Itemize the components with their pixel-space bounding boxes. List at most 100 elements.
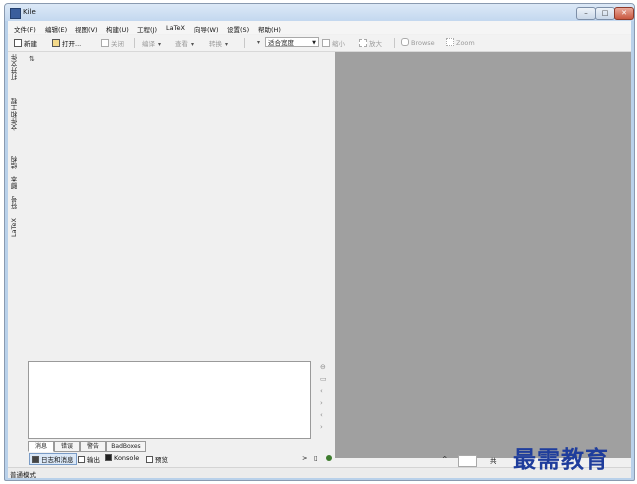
tab-warnings[interactable]: 警告 bbox=[80, 441, 106, 452]
tab-scripts[interactable]: 脚本 bbox=[10, 176, 20, 189]
new-file-icon bbox=[14, 39, 22, 47]
zoom-mode-arrow[interactable]: ▾ bbox=[254, 38, 260, 48]
document-icon[interactable]: ▯ bbox=[314, 454, 318, 462]
next-icon[interactable]: › bbox=[320, 399, 323, 407]
zoom-select-value: 适合宽度 bbox=[268, 39, 294, 47]
browse-hand-icon bbox=[401, 38, 409, 46]
menu-edit[interactable]: 编辑(E) bbox=[45, 24, 67, 34]
side-tab-bar: 打开文件 文件和工程 结构 脚本 符号 LaTeX bbox=[8, 52, 22, 462]
status-mode: 普通模式 bbox=[10, 471, 36, 479]
tab-symbols[interactable]: 符号 bbox=[10, 196, 20, 209]
window-title: Kile bbox=[23, 8, 36, 16]
menu-view[interactable]: 视图(V) bbox=[75, 24, 98, 34]
stop-icon[interactable]: ⊖ bbox=[320, 363, 326, 371]
chevron-down-icon: ▼ bbox=[312, 40, 316, 46]
next-icon[interactable]: › bbox=[320, 423, 323, 431]
page-up-icon[interactable]: ^ bbox=[442, 455, 447, 463]
previous-icon[interactable]: ‹ bbox=[320, 387, 323, 395]
chevron-down-icon: ▾ bbox=[158, 41, 162, 48]
title-bar: Kile – □ ✕ bbox=[5, 4, 634, 21]
zoom-select[interactable]: 适合宽度 ▼ bbox=[265, 37, 319, 47]
menu-latex[interactable]: LaTeX bbox=[166, 24, 185, 32]
konsole-icon bbox=[105, 454, 112, 461]
toolbar-separator bbox=[134, 38, 135, 48]
browse-label: Browse bbox=[411, 39, 435, 47]
new-button[interactable]: 新建 bbox=[14, 38, 37, 48]
tab-errors[interactable]: 错误 bbox=[54, 441, 80, 452]
chevron-down-icon: ▾ bbox=[225, 41, 229, 48]
maximize-button[interactable]: □ bbox=[595, 7, 615, 20]
toolbar-separator bbox=[244, 38, 245, 48]
convert-button[interactable]: 转换 ▾ bbox=[209, 38, 228, 48]
menu-help[interactable]: 帮助(H) bbox=[258, 24, 281, 34]
open-folder-icon bbox=[52, 39, 60, 47]
bottom-panel-bar: 日志和消息 输出 Konsole 预览 > ▯ bbox=[26, 452, 336, 466]
tab-files-projects[interactable]: 文件和工程 bbox=[10, 98, 20, 131]
zoom-in-button[interactable]: 放大 bbox=[359, 38, 382, 48]
menu-project[interactable]: 工程(J) bbox=[137, 24, 157, 34]
editor-area[interactable]: ⇅ bbox=[23, 52, 335, 357]
zoom-out-icon bbox=[322, 39, 330, 47]
browse-button[interactable]: Browse bbox=[401, 38, 435, 48]
menu-file[interactable]: 文件(F) bbox=[14, 24, 36, 34]
zoom-tool-button[interactable]: Zoom bbox=[446, 38, 475, 48]
client-area: 文件(F) 编辑(E) 视图(V) 构建(U) 工程(J) LaTeX 向导(W… bbox=[8, 21, 631, 479]
preview-icon bbox=[146, 456, 153, 463]
page-total-label: 共 bbox=[490, 457, 497, 465]
zoom-out-button[interactable]: 缩小 bbox=[322, 38, 345, 48]
status-indicator-icon bbox=[326, 455, 332, 461]
output-icon bbox=[78, 456, 85, 463]
minimize-button[interactable]: – bbox=[576, 7, 596, 20]
output-label: 输出 bbox=[87, 456, 100, 464]
log-label: 日志和消息 bbox=[41, 456, 74, 464]
log-icon bbox=[32, 456, 39, 463]
menu-build[interactable]: 构建(U) bbox=[106, 24, 129, 34]
panel-options-icon[interactable]: ⇅ bbox=[29, 55, 35, 63]
zoom-tool-icon bbox=[446, 38, 454, 46]
pdf-viewer[interactable] bbox=[335, 52, 631, 458]
tab-structure[interactable]: 结构 bbox=[10, 156, 20, 169]
zoom-tool-label: Zoom bbox=[456, 39, 475, 47]
konsole-button[interactable]: Konsole bbox=[105, 454, 139, 462]
convert-label: 转换 bbox=[209, 40, 222, 48]
menu-bar: 文件(F) 编辑(E) 视图(V) 构建(U) 工程(J) LaTeX 向导(W… bbox=[8, 21, 631, 34]
log-output-box[interactable] bbox=[28, 361, 311, 439]
close-icon: ✕ bbox=[621, 9, 627, 17]
comment-icon[interactable]: ▭ bbox=[320, 375, 327, 383]
zoom-out-label: 缩小 bbox=[332, 40, 345, 48]
tab-badboxes[interactable]: BadBoxes bbox=[106, 441, 146, 452]
view-button[interactable]: 查看 ▾ bbox=[175, 38, 194, 48]
minimize-icon: – bbox=[584, 9, 588, 17]
tab-latex[interactable]: LaTeX bbox=[10, 218, 18, 237]
page-number-input[interactable] bbox=[458, 455, 477, 467]
watermark-logo: 最需教育 bbox=[513, 446, 609, 473]
log-side-icons: ⊖ ▭ ‹ › ‹ › bbox=[317, 361, 331, 461]
chevron-down-icon: ▾ bbox=[257, 39, 261, 46]
compile-button[interactable]: 编译 ▾ bbox=[142, 38, 161, 48]
open-label: 打开... bbox=[62, 40, 82, 48]
close-window-button[interactable]: ✕ bbox=[614, 7, 634, 20]
new-label: 新建 bbox=[24, 40, 37, 48]
konsole-label: Konsole bbox=[114, 454, 140, 462]
app-window: Kile – □ ✕ 文件(F) 编辑(E) 视图(V) 构建(U) 工程(J)… bbox=[4, 3, 635, 481]
tab-open-files[interactable]: 打开文件 bbox=[10, 54, 20, 80]
menu-settings[interactable]: 设置(S) bbox=[227, 24, 249, 34]
zoom-in-label: 放大 bbox=[369, 40, 382, 48]
chevron-down-icon: ▾ bbox=[191, 41, 195, 48]
log-messages-button[interactable]: 日志和消息 bbox=[29, 453, 77, 465]
preview-button[interactable]: 预览 bbox=[146, 454, 168, 464]
maximize-icon: □ bbox=[601, 9, 609, 17]
toolbar-separator bbox=[394, 38, 395, 48]
previous-icon[interactable]: ‹ bbox=[320, 411, 323, 419]
open-button[interactable]: 打开... bbox=[52, 38, 81, 48]
tab-messages[interactable]: 消息 bbox=[28, 441, 54, 452]
zoom-in-icon bbox=[359, 39, 367, 47]
close-doc-button[interactable]: 关闭 bbox=[101, 38, 124, 48]
app-icon bbox=[10, 8, 21, 19]
output-button[interactable]: 输出 bbox=[78, 454, 100, 464]
close-label: 关闭 bbox=[111, 40, 124, 48]
compile-label: 编译 bbox=[142, 40, 155, 48]
terminal-prompt-icon[interactable]: > bbox=[302, 454, 307, 462]
view-label: 查看 bbox=[175, 40, 188, 48]
menu-wizard[interactable]: 向导(W) bbox=[194, 24, 219, 34]
